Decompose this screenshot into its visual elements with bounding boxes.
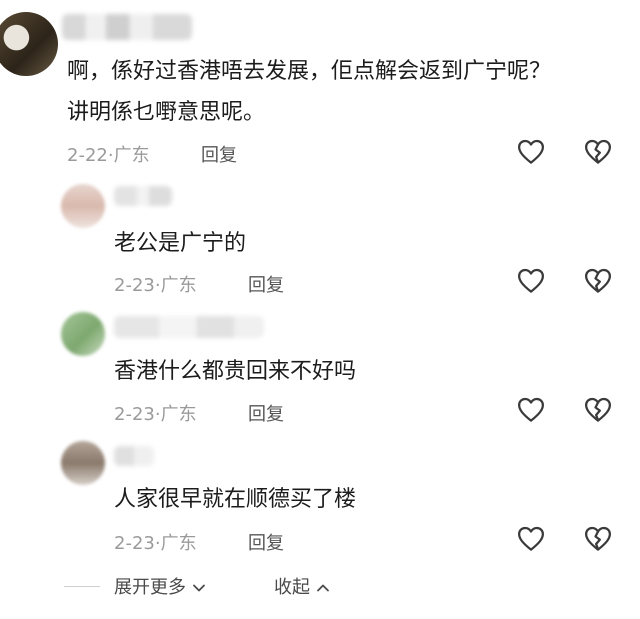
comment-location: 广东	[160, 404, 197, 425]
comment-date: 2-23	[114, 404, 155, 425]
chevron-down-icon	[192, 584, 205, 592]
collapse-button[interactable]: 收起	[274, 573, 330, 599]
comment-location: 广东	[160, 275, 197, 296]
comment-meta: 2-22·广东	[67, 141, 150, 167]
broken-heart-icon[interactable]	[583, 266, 613, 296]
avatar[interactable]	[61, 312, 105, 356]
comment-location: 广东	[160, 533, 197, 554]
heart-icon[interactable]	[516, 137, 546, 167]
collapse-label: 收起	[274, 577, 310, 598]
heart-icon[interactable]	[516, 395, 546, 425]
comment-text: 人家很早就在顺德买了楼	[114, 487, 357, 512]
avatar[interactable]	[0, 12, 58, 76]
comment-date: 2-23	[114, 275, 155, 296]
broken-heart-icon[interactable]	[583, 524, 613, 554]
heart-icon[interactable]	[516, 524, 546, 554]
chevron-up-icon	[316, 584, 329, 592]
comment-meta: 2-23·广东	[114, 529, 197, 555]
avatar[interactable]	[61, 184, 105, 228]
broken-heart-icon[interactable]	[583, 395, 613, 425]
expand-more-button[interactable]: 展开更多	[114, 573, 206, 599]
expand-more-label: 展开更多	[114, 577, 186, 598]
comment-text: 啊，係好过香港唔去发展，佢点解会返到广宁呢？	[67, 59, 552, 84]
comment-text: 老公是广宁的	[114, 231, 247, 256]
username-blurred[interactable]	[62, 14, 192, 40]
comment-meta: 2-23·广东	[114, 271, 197, 297]
username-blurred[interactable]	[114, 446, 154, 466]
comment-location: 广东	[113, 145, 150, 166]
username-blurred[interactable]	[114, 316, 264, 338]
reply-button[interactable]: 回复	[248, 400, 284, 426]
avatar[interactable]	[61, 441, 105, 485]
heart-icon[interactable]	[516, 266, 546, 296]
divider	[64, 586, 100, 587]
comment-text: 香港什么都贵回来不好吗	[114, 359, 357, 384]
comment-date: 2-22	[67, 145, 108, 166]
broken-heart-icon[interactable]	[583, 137, 613, 167]
comment-text: 讲明係乜嘢意思呢。	[67, 100, 266, 125]
username-blurred[interactable]	[114, 186, 172, 206]
reply-button[interactable]: 回复	[248, 529, 284, 555]
reply-button[interactable]: 回复	[201, 141, 237, 167]
reply-button[interactable]: 回复	[248, 271, 284, 297]
comment-meta: 2-23·广东	[114, 400, 197, 426]
comment-date: 2-23	[114, 533, 155, 554]
